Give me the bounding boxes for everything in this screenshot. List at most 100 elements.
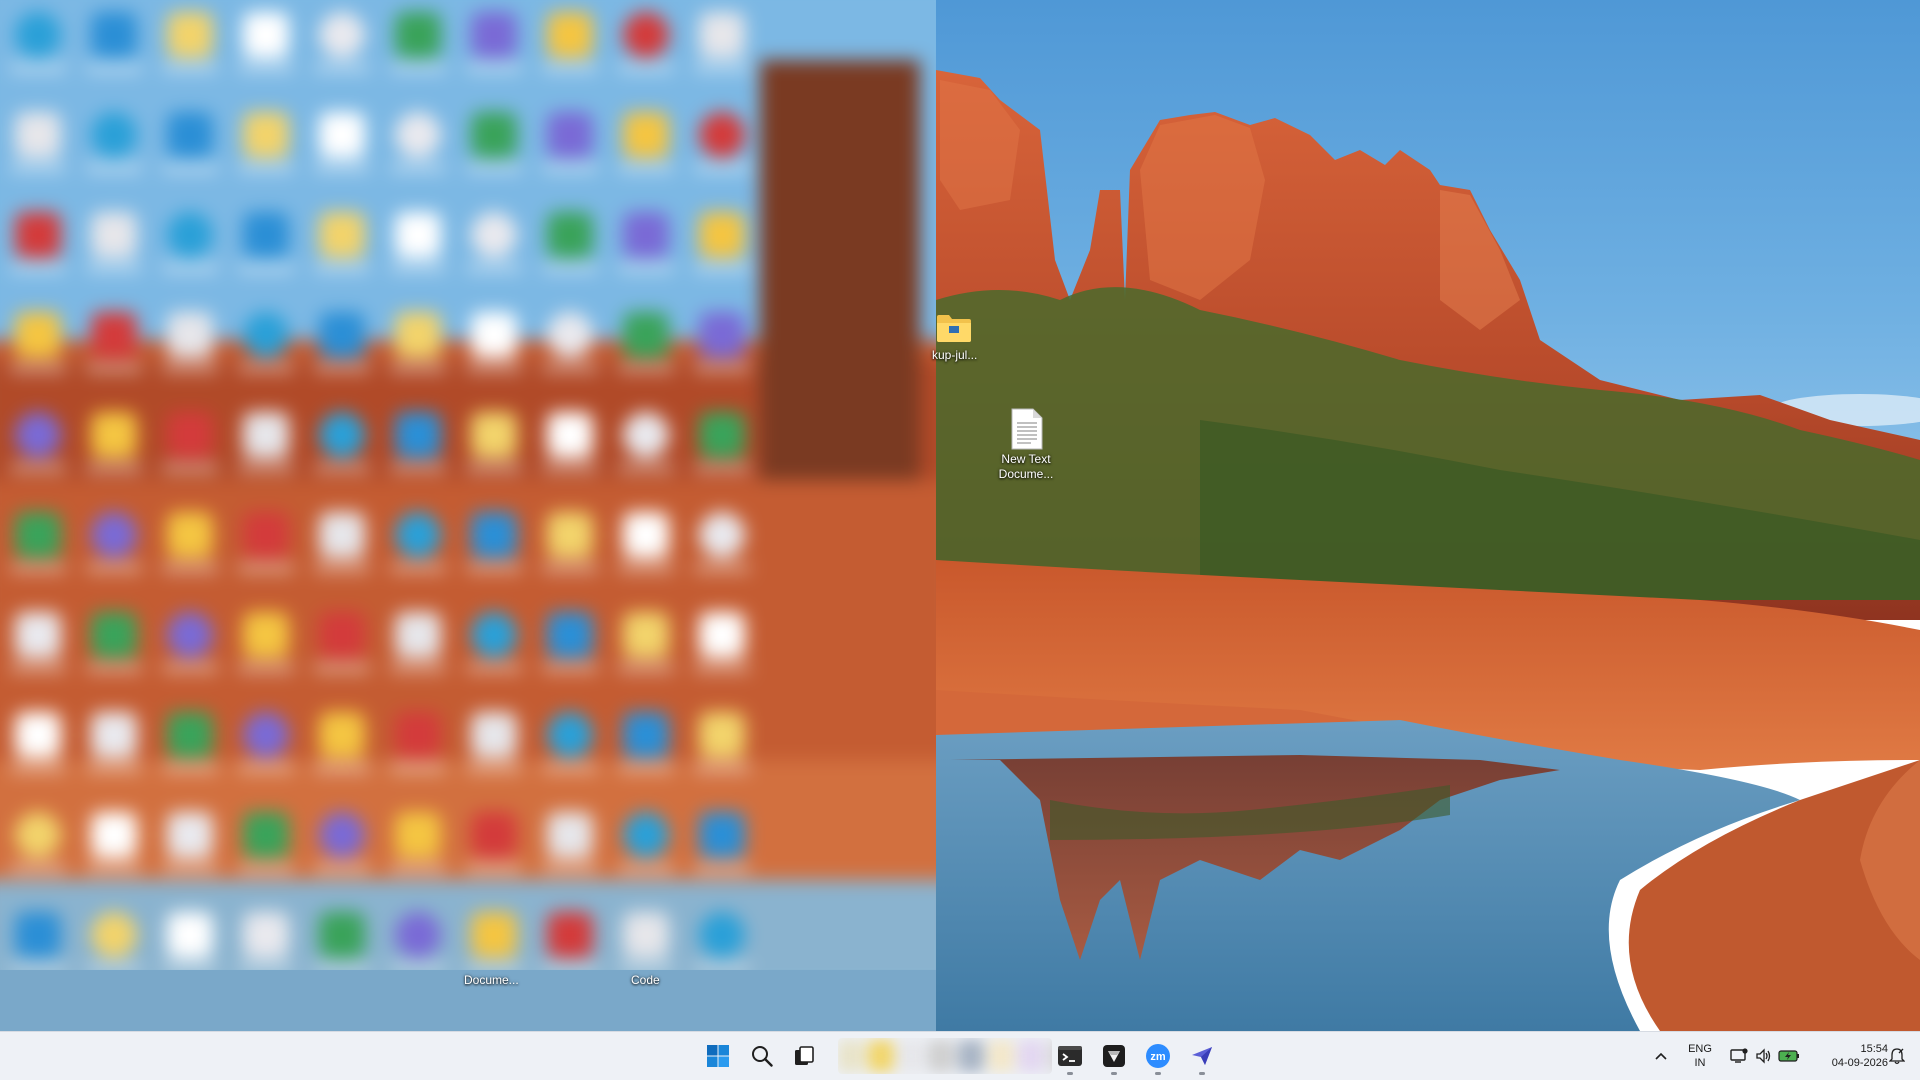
blurred-icon	[91, 512, 137, 558]
desktop-icon-label-line1: New Text	[1001, 452, 1051, 466]
blurred-icon-label-documents[interactable]: Docume...	[464, 973, 519, 987]
blurred-icon-label	[618, 164, 674, 172]
blurred-icon-label	[466, 464, 522, 472]
text-document-icon	[1011, 408, 1043, 450]
blurred-icon-label	[162, 464, 218, 472]
blurred-icon-label	[694, 364, 750, 372]
blurred-icon	[319, 812, 365, 858]
blurred-icon-label	[618, 764, 674, 772]
running-indicator	[1111, 1072, 1117, 1075]
blurred-icon	[243, 112, 289, 158]
blurred-icon-label	[618, 664, 674, 672]
blurred-icon-label	[238, 364, 294, 372]
blurred-icon-label	[10, 364, 66, 372]
blurred-taskbar-app	[868, 1040, 894, 1072]
blurred-icon	[699, 412, 745, 458]
blurred-icon	[243, 612, 289, 658]
blurred-taskbar-apps[interactable]	[838, 1038, 1052, 1074]
blurred-icon	[167, 12, 213, 58]
blurred-icon	[319, 212, 365, 258]
send-app-button[interactable]	[1182, 1036, 1222, 1076]
desktop-icon-label: kup-jul...	[932, 348, 978, 362]
blurred-icon	[167, 912, 213, 958]
blurred-icon-label	[466, 64, 522, 72]
blurred-icon-label	[466, 564, 522, 572]
blurred-icon-label	[86, 564, 142, 572]
blurred-icon	[15, 112, 61, 158]
blurred-icon-label	[390, 164, 446, 172]
blurred-icon	[471, 12, 517, 58]
desktop-icon-backup-folder[interactable]: kup-jul...	[932, 312, 1000, 363]
blurred-icon	[243, 312, 289, 358]
blurred-icon-label	[466, 164, 522, 172]
blurred-icon	[471, 112, 517, 158]
pinned-app-button[interactable]	[1094, 1036, 1134, 1076]
blurred-icon	[319, 512, 365, 558]
clock-button[interactable]: 15:54 04-09-2026	[1810, 1036, 1888, 1076]
blurred-icon-label	[466, 664, 522, 672]
blurred-icon	[623, 412, 669, 458]
chevron-up-icon	[1655, 1052, 1667, 1060]
blurred-icon-label	[618, 464, 674, 472]
blurred-icon-label	[314, 564, 370, 572]
start-button[interactable]	[698, 1036, 738, 1076]
blurred-icon	[243, 912, 289, 958]
blurred-icon	[395, 412, 441, 458]
blurred-icon	[91, 212, 137, 258]
language-code: ENG	[1688, 1043, 1712, 1055]
blurred-icon-label	[314, 364, 370, 372]
blurred-icon-label	[162, 364, 218, 372]
zoom-app-button[interactable]: zm	[1138, 1036, 1178, 1076]
blurred-icon-label	[694, 164, 750, 172]
task-view-button[interactable]	[784, 1036, 824, 1076]
blurred-icon-label	[390, 264, 446, 272]
blurred-icon-label	[238, 64, 294, 72]
blurred-icon-label	[542, 664, 598, 672]
blurred-icon-label	[86, 864, 142, 872]
notifications-button[interactable]	[1880, 1036, 1914, 1076]
blurred-icon-label	[694, 264, 750, 272]
quick-settings-button[interactable]	[1724, 1036, 1806, 1076]
blurred-icon	[623, 912, 669, 958]
blurred-icon-label-code[interactable]: Code	[631, 973, 660, 987]
blurred-icon	[167, 712, 213, 758]
terminal-app-button[interactable]	[1050, 1036, 1090, 1076]
blurred-icon-label	[618, 964, 674, 970]
blurred-icon	[699, 112, 745, 158]
blurred-icon	[91, 812, 137, 858]
blurred-icon	[623, 12, 669, 58]
blurred-icon-label	[390, 564, 446, 572]
blurred-icon-label	[238, 164, 294, 172]
desktop-icon-new-text-document[interactable]: New Text Docume...	[983, 408, 1069, 482]
blurred-icon-label	[86, 164, 142, 172]
blurred-icon	[395, 212, 441, 258]
blurred-icon-label	[618, 264, 674, 272]
blurred-icon-label	[314, 764, 370, 772]
blurred-icon-label	[694, 764, 750, 772]
blurred-icon-label	[694, 964, 750, 970]
blurred-icon-label	[618, 64, 674, 72]
blurred-icon-label	[542, 364, 598, 372]
desktop-icon-label-line2: Docume...	[998, 467, 1054, 481]
blurred-taskbar-app	[988, 1040, 1014, 1072]
blurred-icon-label	[314, 64, 370, 72]
show-hidden-icons-button[interactable]	[1643, 1036, 1679, 1076]
blurred-icon	[471, 712, 517, 758]
blurred-icon-label	[10, 564, 66, 572]
blurred-icon	[395, 912, 441, 958]
blurred-icon	[547, 712, 593, 758]
blurred-icon-label	[86, 764, 142, 772]
blurred-icon	[471, 912, 517, 958]
blurred-icon	[167, 212, 213, 258]
search-button[interactable]	[742, 1036, 782, 1076]
blurred-icon	[395, 312, 441, 358]
blurred-icon-label	[542, 564, 598, 572]
terminal-icon	[1058, 1046, 1082, 1066]
blurred-icon-label	[86, 64, 142, 72]
blurred-icon-label	[618, 364, 674, 372]
input-language-button[interactable]: ENG IN	[1680, 1036, 1720, 1076]
blurred-icon-label	[162, 964, 218, 970]
blurred-icon	[15, 312, 61, 358]
blurred-icon	[15, 712, 61, 758]
search-icon	[752, 1046, 773, 1067]
